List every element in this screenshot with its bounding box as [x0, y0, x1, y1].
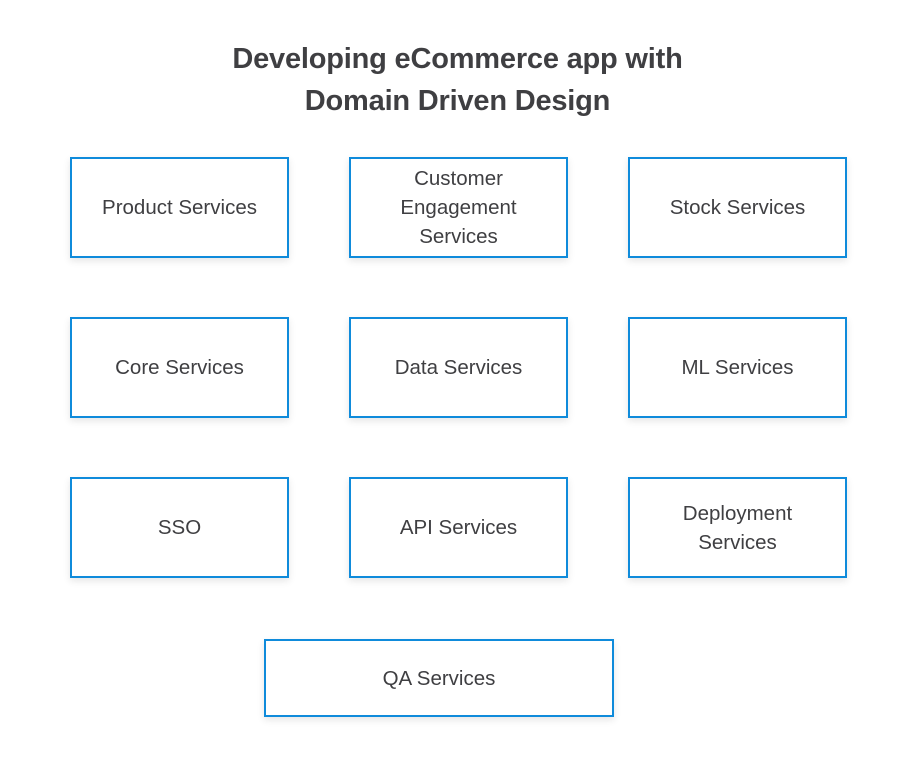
- service-box-stock-services[interactable]: Stock Services: [628, 157, 847, 258]
- service-box-label: Data Services: [394, 356, 523, 379]
- service-box-data-services[interactable]: Data Services: [349, 317, 568, 418]
- service-box-label: ML Services: [681, 356, 794, 379]
- service-box-ml-services[interactable]: ML Services: [628, 317, 847, 418]
- service-box-qa-services[interactable]: QA Services: [264, 639, 614, 717]
- service-box-label: QA Services: [382, 666, 496, 690]
- service-box-label: API Services: [399, 516, 518, 539]
- service-box-product-services[interactable]: Product Services: [70, 157, 289, 258]
- service-box-label: SSO: [157, 516, 202, 539]
- diagram-canvas: Developing eCommerce app with Domain Dri…: [0, 0, 915, 778]
- service-box-label: Product Services: [102, 196, 257, 219]
- service-box-label: Customer Engagement Services: [400, 167, 517, 248]
- service-box-customer-engagement-services[interactable]: Customer Engagement Services: [349, 157, 568, 258]
- service-box-deployment-services[interactable]: Deployment Services: [628, 477, 847, 578]
- service-box-grid: Product Services Customer Engagement Ser…: [0, 0, 915, 778]
- service-box-api-services[interactable]: API Services: [349, 477, 568, 578]
- service-box-label: Core Services: [115, 356, 244, 379]
- service-box-sso[interactable]: SSO: [70, 477, 289, 578]
- service-box-label: Deployment Services: [682, 501, 793, 554]
- service-box-label: Stock Services: [669, 196, 806, 219]
- service-box-core-services[interactable]: Core Services: [70, 317, 289, 418]
